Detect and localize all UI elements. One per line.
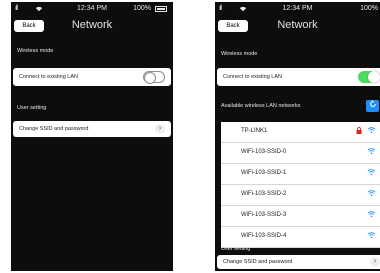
change-ssid-label: Change SSID and password (19, 126, 89, 132)
network-name: WiFi-103-SSID-0 (241, 149, 287, 155)
network-screen-right: ıll 12:34 PM 100% Back Network Wireless … (215, 2, 380, 271)
connect-lan-toggle[interactable] (143, 71, 165, 84)
network-list: TP-LINK1 WiFi-103-SSID-0 WiFi-103-SSID-1… (221, 122, 380, 248)
change-ssid-row[interactable]: Change SSID and password › (13, 121, 171, 137)
network-row[interactable]: WiFi-103-SSID-0 (221, 143, 380, 164)
chevron-right-icon: › (370, 257, 380, 267)
battery-icon (155, 6, 167, 12)
battery-percent: 100% (133, 5, 151, 12)
connect-lan-label: Connect to existing LAN (223, 74, 283, 80)
change-ssid-row[interactable]: Change SSID and password › (217, 255, 380, 269)
user-setting-heading: User setting (221, 246, 251, 252)
toggle-knob (144, 72, 156, 84)
lock-icon (356, 127, 362, 136)
network-row[interactable]: WiFi-103-SSID-4 (221, 227, 380, 248)
network-name: TP-LINK1 (241, 128, 268, 134)
connect-lan-label: Connect to existing LAN (19, 74, 79, 80)
network-row[interactable]: TP-LINK1 (221, 122, 380, 143)
wireless-mode-heading: Wireless mode (221, 51, 258, 57)
status-bar: ıll 12:34 PM 100% (11, 5, 173, 14)
page-title: Network (277, 19, 318, 31)
network-name: WiFi-103-SSID-4 (241, 233, 287, 239)
connect-lan-row[interactable]: Connect to existing LAN (13, 68, 171, 86)
status-bar: ıll 12:34 PM 100% (215, 5, 380, 14)
network-name: WiFi-103-SSID-3 (241, 212, 287, 218)
network-row[interactable]: WiFi-103-SSID-2 (221, 185, 380, 206)
wifi-icon (367, 189, 376, 199)
network-row[interactable]: WiFi-103-SSID-3 (221, 206, 380, 227)
chevron-right-icon: › (155, 124, 165, 134)
network-name: WiFi-103-SSID-2 (241, 191, 287, 197)
nav-bar: Back Network (11, 16, 173, 36)
wifi-icon (367, 231, 376, 241)
available-networks-heading: Available wireless LAN networks (221, 103, 301, 109)
status-time: 12:34 PM (282, 5, 313, 12)
user-setting-heading: User setting (17, 105, 47, 111)
wifi-icon (367, 210, 376, 220)
battery-percent: 100% (360, 5, 378, 12)
page-title: Network (71, 19, 113, 31)
refresh-icon (369, 100, 376, 107)
connect-lan-row[interactable]: Connect to existing LAN (217, 68, 380, 86)
change-ssid-label: Change SSID and password (223, 259, 293, 265)
network-screen-left: ıll 12:34 PM 100% Back Network Wireless … (11, 2, 173, 271)
wifi-icon (367, 147, 376, 157)
wireless-mode-heading: Wireless mode (17, 48, 54, 54)
connect-lan-toggle[interactable] (358, 71, 380, 83)
refresh-button[interactable] (366, 100, 379, 112)
wifi-icon (367, 168, 376, 178)
network-row[interactable]: WiFi-103-SSID-1 (221, 164, 380, 185)
toggle-knob (368, 71, 380, 83)
network-name: WiFi-103-SSID-1 (241, 170, 287, 176)
nav-bar: Back Network (215, 16, 380, 36)
wifi-icon (367, 126, 376, 136)
